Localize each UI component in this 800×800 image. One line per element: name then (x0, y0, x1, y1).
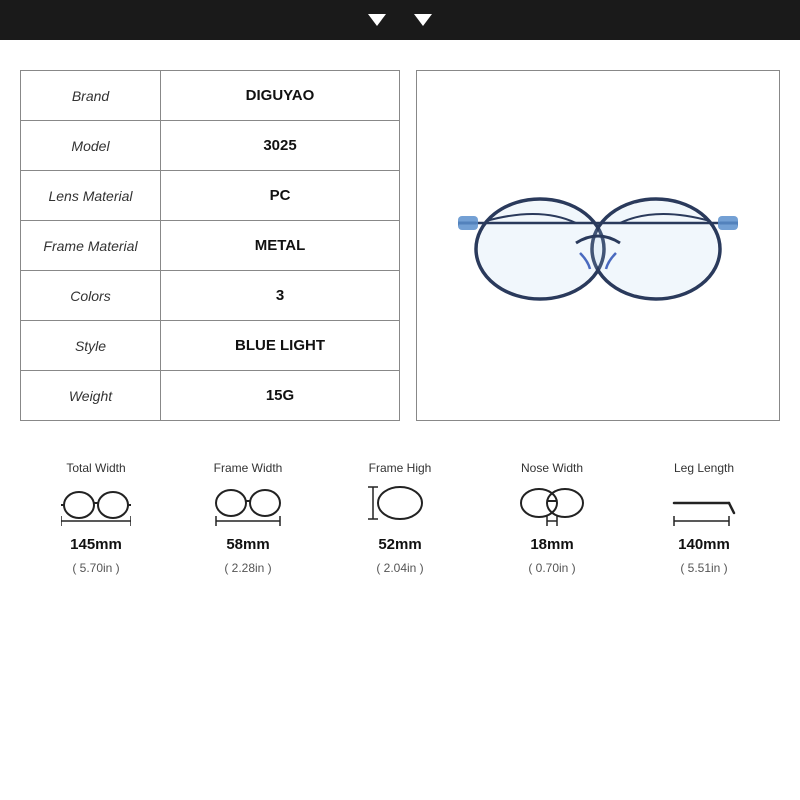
table-value-6: 15G (161, 371, 400, 421)
dimension-item-frame-high: Frame High 52mm ( 2.04in ) (324, 461, 476, 575)
table-row: Colors 3 (21, 271, 400, 321)
table-label-2: Lens Material (21, 171, 161, 221)
table-row: Weight 15G (21, 371, 400, 421)
dim-sub-0: ( 5.70in ) (72, 561, 119, 575)
table-label-5: Style (21, 321, 161, 371)
dim-sub-3: ( 0.70in ) (528, 561, 575, 575)
dim-sub-4: ( 5.51in ) (680, 561, 727, 575)
product-info-table: Brand DIGUYAO Model 3025 Lens Material P… (20, 70, 400, 421)
header-triangle-left (368, 14, 386, 26)
dim-icon-total-width (61, 483, 131, 528)
table-value-2: PC (161, 171, 400, 221)
table-row: Brand DIGUYAO (21, 71, 400, 121)
page-header (0, 0, 800, 40)
table-label-1: Model (21, 121, 161, 171)
table-row: Frame Material METAL (21, 221, 400, 271)
dim-value-3: 18mm (530, 536, 573, 553)
table-label-6: Weight (21, 371, 161, 421)
table-label-4: Colors (21, 271, 161, 321)
dim-label-0: Total Width (66, 461, 125, 475)
dim-value-2: 52mm (378, 536, 421, 553)
dim-value-0: 145mm (70, 536, 122, 553)
dim-sub-2: ( 2.04in ) (376, 561, 423, 575)
table-value-4: 3 (161, 271, 400, 321)
glasses-image (427, 81, 769, 410)
main-section: Brand DIGUYAO Model 3025 Lens Material P… (0, 40, 800, 441)
dimension-item-leg-length: Leg Length 140mm ( 5.51in ) (628, 461, 780, 575)
table-value-5: BLUE LIGHT (161, 321, 400, 371)
dim-label-4: Leg Length (674, 461, 734, 475)
dim-value-4: 140mm (678, 536, 730, 553)
dim-label-3: Nose Width (521, 461, 583, 475)
table-label-0: Brand (21, 71, 161, 121)
table-label-3: Frame Material (21, 221, 161, 271)
dim-icon-frame-width (213, 483, 283, 528)
table-value-3: METAL (161, 221, 400, 271)
table-row: Style BLUE LIGHT (21, 321, 400, 371)
table-value-1: 3025 (161, 121, 400, 171)
header-triangle-right (414, 14, 432, 26)
dim-icon-leg-length (669, 483, 739, 528)
dim-label-1: Frame Width (214, 461, 283, 475)
dim-label-2: Frame High (369, 461, 432, 475)
dimensions-section: Total Width 145mm ( 5.70in ) Frame Width (0, 441, 800, 585)
table-row: Model 3025 (21, 121, 400, 171)
dim-sub-1: ( 2.28in ) (224, 561, 271, 575)
dim-value-1: 58mm (226, 536, 269, 553)
dimension-item-total-width: Total Width 145mm ( 5.70in ) (20, 461, 172, 575)
table-value-0: DIGUYAO (161, 71, 400, 121)
glasses-svg (458, 161, 738, 331)
dimension-item-nose-width: Nose Width 18mm ( 0.70in ) (476, 461, 628, 575)
dim-icon-nose-width (517, 483, 587, 528)
table-row: Lens Material PC (21, 171, 400, 221)
dim-icon-frame-high (365, 483, 435, 528)
glasses-image-box (416, 70, 780, 421)
dimension-item-frame-width: Frame Width 58mm ( 2.28in ) (172, 461, 324, 575)
